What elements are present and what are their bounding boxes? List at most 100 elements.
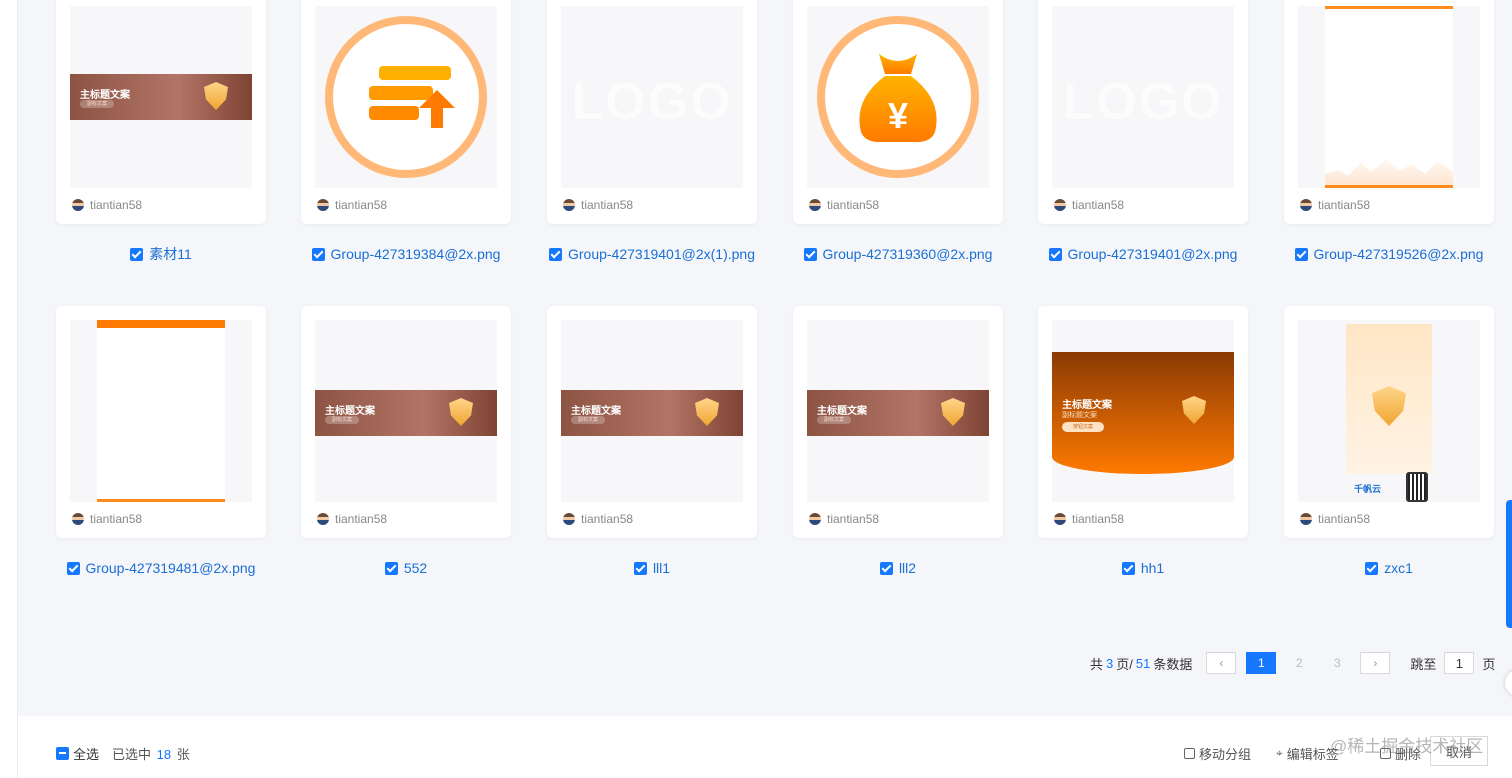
page-3-button[interactable]: 3	[1322, 652, 1352, 674]
shield-icon	[1372, 386, 1406, 426]
asset-name-row[interactable]: hh1	[1038, 558, 1248, 578]
jump-input[interactable]: 1	[1444, 652, 1475, 674]
avatar	[1054, 199, 1066, 211]
asset-card-frame[interactable]: 主标题文案 副标文案 tiantian58	[793, 306, 1003, 538]
checkbox[interactable]	[633, 561, 647, 575]
checkbox[interactable]	[66, 561, 80, 575]
checkbox[interactable]	[311, 247, 325, 261]
owner-name: tiantian58	[581, 198, 634, 212]
jump-label: 跳至	[1410, 656, 1437, 672]
checkbox[interactable]	[384, 561, 398, 575]
tag-icon: ⌖	[1276, 746, 1283, 760]
banner-title: 主标题文案	[325, 406, 375, 417]
side-toggle[interactable]	[1505, 670, 1512, 696]
next-page-button[interactable]: ›	[1360, 652, 1391, 674]
upload-glyph	[369, 66, 455, 128]
owner: tiantian58	[1054, 196, 1124, 214]
asset-card-frame[interactable]: 主标题文案 副标文案 tiantian58	[56, 0, 266, 224]
banner-graphic: 主标题文案 副标文案	[315, 390, 497, 436]
shield-icon	[695, 398, 719, 426]
asset-name: Group-427319360@2x.png	[822, 246, 993, 262]
avatar	[809, 199, 821, 211]
checkbox[interactable]	[1048, 247, 1062, 261]
owner-name: tiantian58	[1072, 198, 1125, 212]
banner-pill: 副标文案	[571, 416, 605, 424]
checkbox[interactable]	[1121, 561, 1135, 575]
total-items: 51	[1135, 655, 1151, 671]
move-group-button[interactable]: 移动分组	[1184, 744, 1251, 763]
asset-name-row[interactable]: Group-427319401@2x(1).png	[547, 244, 757, 264]
owner: tiantian58	[563, 196, 633, 214]
select-all-label: 全选	[73, 747, 100, 762]
banner-subtitle: 副标题文案	[1062, 412, 1097, 419]
checkbox[interactable]	[1294, 247, 1308, 261]
asset-name-row[interactable]: zxc1	[1284, 558, 1494, 578]
asset-name: 552	[403, 560, 428, 576]
pagination: 共 3 页/ 51 条数据 ‹ 1 2 3 › 跳至 1 页	[1090, 651, 1495, 675]
asset-card-frame[interactable]: 主标题文案 副标题文案 按钮文案 tiantian58	[1038, 306, 1248, 538]
thumbnail: 主标题文案 副标文案	[70, 6, 252, 188]
jump-suffix: 页	[1482, 656, 1496, 672]
city-skyline	[1325, 159, 1453, 188]
asset-name-row[interactable]: 552	[301, 558, 511, 578]
owner: tiantian58	[563, 510, 633, 528]
banner-title: 主标题文案	[80, 90, 130, 101]
owner-name: tiantian58	[90, 512, 143, 526]
thumbnail: 主标题文案 副标文案	[807, 320, 989, 502]
checkbox[interactable]	[548, 247, 562, 261]
owner: tiantian58	[72, 510, 142, 528]
asset-card-frame[interactable]: LOGO tiantian58	[1038, 0, 1248, 224]
owner: tiantian58	[1054, 510, 1124, 528]
checkbox-indeterminate[interactable]	[56, 747, 69, 760]
asset-name-row[interactable]: lll1	[547, 558, 757, 578]
asset-name: zxc1	[1384, 560, 1413, 576]
asset-name: Group-427319384@2x.png	[330, 246, 501, 262]
asset-name-row[interactable]: Group-427319401@2x.png	[1038, 244, 1248, 264]
side-scroll-tab[interactable]	[1506, 500, 1512, 628]
page-1-button[interactable]: 1	[1246, 652, 1277, 674]
owner: tiantian58	[72, 196, 142, 214]
owner-name: tiantian58	[827, 512, 880, 526]
avatar	[563, 199, 575, 211]
move-icon	[1184, 748, 1195, 759]
svg-text:¥: ¥	[888, 95, 908, 136]
banner-pill: 副标文案	[325, 416, 359, 424]
thumbnail	[1298, 6, 1480, 188]
asset-name-row[interactable]: Group-427319526@2x.png	[1284, 244, 1494, 264]
checkbox[interactable]	[879, 561, 893, 575]
owner-name: tiantian58	[581, 512, 634, 526]
total-prefix: 共	[1090, 656, 1104, 672]
owner: tiantian58	[809, 196, 879, 214]
thumbnail: LOGO	[561, 6, 743, 188]
asset-name: Group-427319401@2x(1).png	[567, 246, 755, 262]
asset-name-row[interactable]: Group-427319384@2x.png	[301, 244, 511, 264]
brand-logo: 千帆云	[1354, 484, 1382, 494]
asset-card-frame[interactable]: tiantian58	[1284, 0, 1494, 224]
select-all-checkbox[interactable]: 全选	[56, 744, 99, 763]
page-2-button[interactable]: 2	[1284, 652, 1314, 674]
asset-card-frame[interactable]: 千帆云 tiantian58	[1284, 306, 1494, 538]
thumbnail: 千帆云	[1298, 320, 1480, 502]
thumbnail: LOGO	[1052, 6, 1234, 188]
asset-card-frame[interactable]: 主标题文案 副标文案 tiantian58	[301, 306, 511, 538]
asset-card-frame[interactable]: LOGO tiantian58	[547, 0, 757, 224]
asset-name-row[interactable]: 素材11	[56, 244, 266, 264]
asset-name-row[interactable]: Group-427319481@2x.png	[56, 558, 266, 578]
checkbox[interactable]	[130, 247, 144, 261]
prev-page-button[interactable]: ‹	[1206, 652, 1237, 674]
asset-name: Group-427319481@2x.png	[85, 560, 256, 576]
asset-name: 素材11	[149, 246, 192, 262]
asset-card-frame[interactable]: tiantian58	[301, 0, 511, 224]
avatar	[317, 513, 329, 525]
checkbox[interactable]	[803, 247, 817, 261]
banner-orange: 主标题文案 副标题文案 按钮文案	[1052, 352, 1234, 474]
asset-card-frame[interactable]: 主标题文案 副标文案 tiantian58	[547, 306, 757, 538]
checkbox[interactable]	[1365, 561, 1379, 575]
asset-card-frame[interactable]: ¥ tiantian58	[793, 0, 1003, 224]
banner-title: 主标题文案	[571, 406, 621, 417]
asset-card-frame[interactable]: tiantian58	[56, 306, 266, 538]
asset-name-row[interactable]: lll2	[793, 558, 1003, 578]
asset-name: Group-427319526@2x.png	[1313, 246, 1484, 262]
asset-name-row[interactable]: Group-427319360@2x.png	[793, 244, 1003, 264]
banner-graphic: 主标题文案 副标文案	[807, 390, 989, 436]
